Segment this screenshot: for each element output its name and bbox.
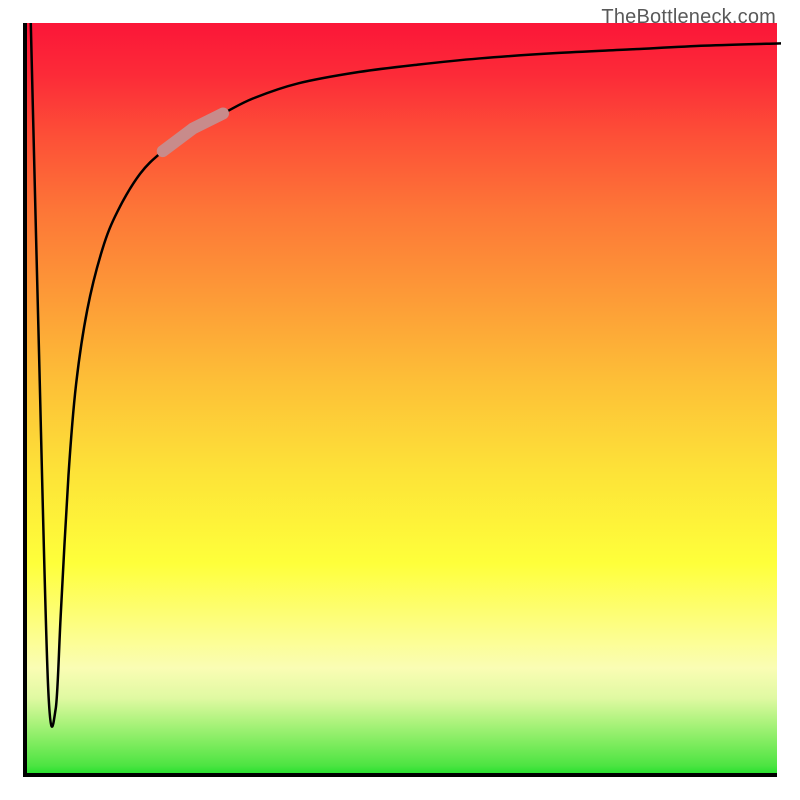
- bottleneck-chart: TheBottleneck.com: [0, 0, 800, 800]
- plot-area: [23, 23, 777, 777]
- curve-svg: [27, 23, 781, 777]
- highlight-segment: [163, 113, 223, 151]
- main-curve: [31, 23, 781, 727]
